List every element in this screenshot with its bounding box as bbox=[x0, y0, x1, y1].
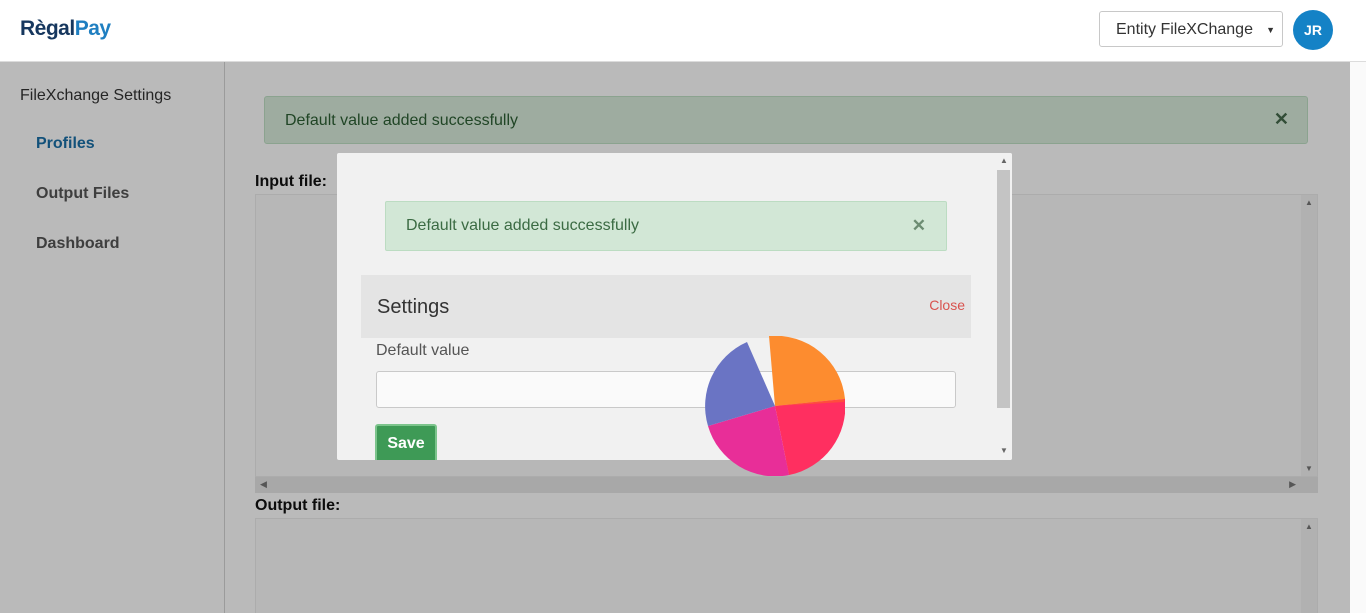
entity-select[interactable]: Entity FileXChange ▼ bbox=[1099, 11, 1283, 47]
loading-spinner-icon bbox=[705, 336, 845, 476]
modal-scrollbar[interactable]: ▲ ▼ bbox=[996, 153, 1012, 460]
modal-scrollbar-thumb[interactable] bbox=[997, 170, 1010, 408]
modal-title: Settings bbox=[377, 296, 450, 318]
save-button[interactable]: Save bbox=[375, 424, 437, 460]
default-value-label: Default value bbox=[376, 342, 470, 359]
top-header: RègalPay Entity FileXChange ▼ JR bbox=[0, 0, 1366, 62]
modal-success-alert-text: Default value added successfully bbox=[406, 217, 640, 234]
logo-text-regal: Règal bbox=[20, 17, 75, 40]
modal-success-alert: Default value added successfully ✕ bbox=[385, 201, 947, 251]
scroll-up-icon[interactable]: ▲ bbox=[1000, 156, 1008, 165]
user-avatar[interactable]: JR bbox=[1293, 10, 1333, 50]
default-value-input[interactable] bbox=[376, 371, 956, 408]
regalpay-logo[interactable]: RègalPay bbox=[20, 17, 111, 41]
settings-modal: Default value added successfully ✕ Setti… bbox=[337, 153, 1012, 460]
close-icon[interactable]: ✕ bbox=[912, 216, 926, 236]
entity-select-value: Entity FileXChange bbox=[1116, 21, 1253, 38]
chevron-down-icon: ▼ bbox=[1266, 25, 1275, 35]
scroll-down-icon[interactable]: ▼ bbox=[1000, 446, 1008, 455]
modal-header: Settings Close bbox=[361, 275, 971, 338]
modal-close-link[interactable]: Close bbox=[929, 297, 965, 313]
page-scrollbar[interactable] bbox=[1350, 62, 1366, 613]
logo-text-pay: Pay bbox=[74, 17, 111, 40]
